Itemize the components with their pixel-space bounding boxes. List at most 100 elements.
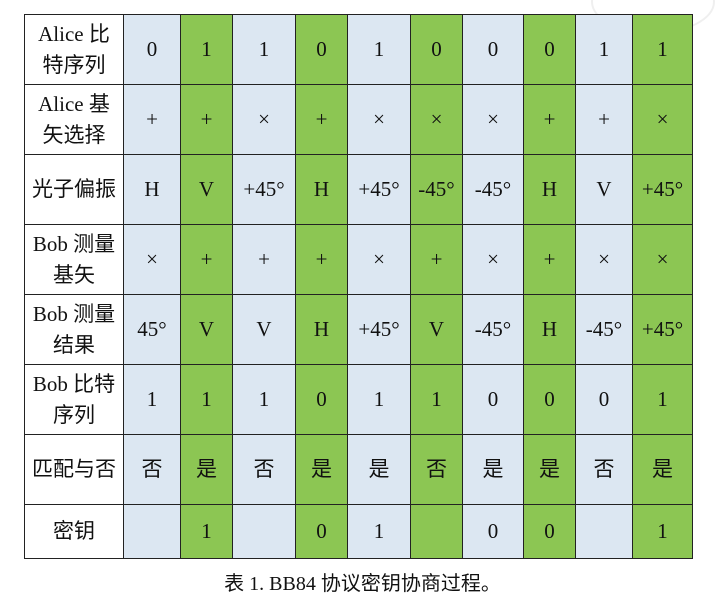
table-cell: 0 — [123, 14, 181, 85]
table-cell: +45° — [632, 294, 693, 365]
table-cell: 0 — [410, 14, 463, 85]
table-cell: + — [523, 224, 576, 295]
photon-polarization-row: 光子偏振 H V +45° H +45° -45° -45° H V +45° — [24, 154, 693, 225]
table-cell — [232, 504, 296, 559]
table-cell — [410, 504, 463, 559]
table-cell: + — [123, 84, 181, 155]
table-cell: 否 — [575, 434, 633, 505]
match-row: 匹配与否否是否是是否是是否是 — [24, 434, 693, 505]
table-cell: × — [462, 224, 524, 295]
table-cell: 1 — [180, 364, 233, 435]
table-cell: 1 — [410, 364, 463, 435]
table-cell: + — [295, 84, 348, 155]
table-cell: 1 — [123, 364, 181, 435]
table-cell — [123, 504, 181, 559]
row-header: Alice 比特序列 — [24, 14, 124, 85]
bob-result-row: Bob 测量 结果 45° V V H +45° V -45° H -45° +45° — [24, 294, 693, 365]
table-cell: 1 — [180, 14, 233, 85]
row-header-line: 光子偏振 — [32, 177, 116, 201]
table-cell: + — [295, 224, 348, 295]
table-cell: 45° — [123, 294, 181, 365]
table-cell: + — [575, 84, 633, 155]
table-cell — [575, 504, 633, 559]
table-cell: H — [295, 154, 348, 225]
table-cell: 是 — [347, 434, 411, 505]
table-cell: V — [575, 154, 633, 225]
table-cell: 1 — [347, 504, 411, 559]
table-cell: × — [632, 84, 693, 155]
table-cell: V — [180, 154, 233, 225]
table-cell: 0 — [575, 364, 633, 435]
row-header-line: Bob 测量 — [32, 231, 116, 256]
table-cell: × — [123, 224, 181, 295]
table-cell: + — [232, 224, 296, 295]
row-header: Bob 测量 结果 — [24, 294, 124, 365]
table-cell: H — [123, 154, 181, 225]
alice-basis-row: Alice 基矢选择 + + × + × × × + + × — [24, 84, 693, 155]
table-cell: 1 — [180, 504, 233, 559]
table-cell: 否 — [410, 434, 463, 505]
row-header-line: Alice 基 — [38, 91, 110, 116]
alice-bit-sequence-row: Alice 比特序列 0 1 1 0 1 0 0 0 1 1 — [24, 14, 693, 85]
table-cell: -45° — [462, 294, 524, 365]
table-cell: 否 — [123, 434, 181, 505]
table-cell: 0 — [523, 14, 576, 85]
table-cell: + — [180, 84, 233, 155]
row-header: Bob 比特 序列 — [24, 364, 124, 435]
table-cell: +45° — [232, 154, 296, 225]
table-cell: V — [410, 294, 463, 365]
row-header: 匹配与否 — [24, 434, 124, 505]
row-header-line: 匹配与否 — [32, 457, 116, 481]
table-cell: 1 — [575, 14, 633, 85]
table-cell: 1 — [632, 14, 693, 85]
table-cell: 1 — [347, 14, 411, 85]
bb84-table: Alice 比特序列 0 1 1 0 1 0 0 0 1 1 Alice 基矢选择 + + × + × × × + + ×… — [24, 14, 693, 559]
table-cell: × — [632, 224, 693, 295]
table-cell: H — [523, 294, 576, 365]
row-header-line: Bob 测量 — [32, 301, 116, 326]
table-cell: +45° — [632, 154, 693, 225]
bob-basis-row: Bob 测量 基矢 × + + + × + × + × × — [24, 224, 693, 295]
row-header-line: Bob 比特 — [32, 371, 116, 396]
table-body: Alice 比特序列 0 1 1 0 1 0 0 0 1 1 Alice 基矢选择 + + × + × × × + + ×… — [24, 14, 693, 559]
row-header-line: 序列 — [53, 402, 95, 427]
table-cell: × — [410, 84, 463, 155]
table-cell: H — [295, 294, 348, 365]
row-header-line: 结果 — [53, 332, 95, 357]
table-cell: 否 — [232, 434, 296, 505]
table-cell: 0 — [523, 504, 576, 559]
table-cell: +45° — [347, 154, 411, 225]
row-header-line: 密钥 — [53, 519, 95, 543]
table-cell: 1 — [632, 364, 693, 435]
table-cell: 1 — [232, 364, 296, 435]
table-cell: H — [523, 154, 576, 225]
table-cell: 0 — [523, 364, 576, 435]
row-header-line: 特序列 — [42, 52, 106, 77]
table-cell: + — [180, 224, 233, 295]
table-cell: 0 — [462, 504, 524, 559]
table-cell: 1 — [232, 14, 296, 85]
row-header: 光子偏振 — [24, 154, 124, 225]
table-cell: -45° — [462, 154, 524, 225]
table-cell: V — [180, 294, 233, 365]
table-cell: -45° — [410, 154, 463, 225]
table-cell: +45° — [347, 294, 411, 365]
table-cell: 1 — [347, 364, 411, 435]
key-row: 密钥 1 0 1 0 0 1 — [24, 504, 693, 559]
table-cell: × — [347, 224, 411, 295]
row-header-line: 基矢 — [53, 262, 95, 287]
table-cell: 0 — [295, 14, 348, 85]
table-cell: 0 — [462, 14, 524, 85]
table-cell: × — [462, 84, 524, 155]
row-header: 密钥 — [24, 504, 124, 559]
row-header: Alice 基矢选择 — [24, 84, 124, 155]
table-cell: + — [410, 224, 463, 295]
table-cell: 是 — [632, 434, 693, 505]
table-cell: 1 — [632, 504, 693, 559]
table-cell: × — [232, 84, 296, 155]
row-header-line: Alice 比 — [38, 21, 110, 46]
table-cell: 0 — [295, 364, 348, 435]
row-header-line: 矢选择 — [42, 122, 106, 147]
table-cell: 0 — [462, 364, 524, 435]
table-cell: × — [575, 224, 633, 295]
